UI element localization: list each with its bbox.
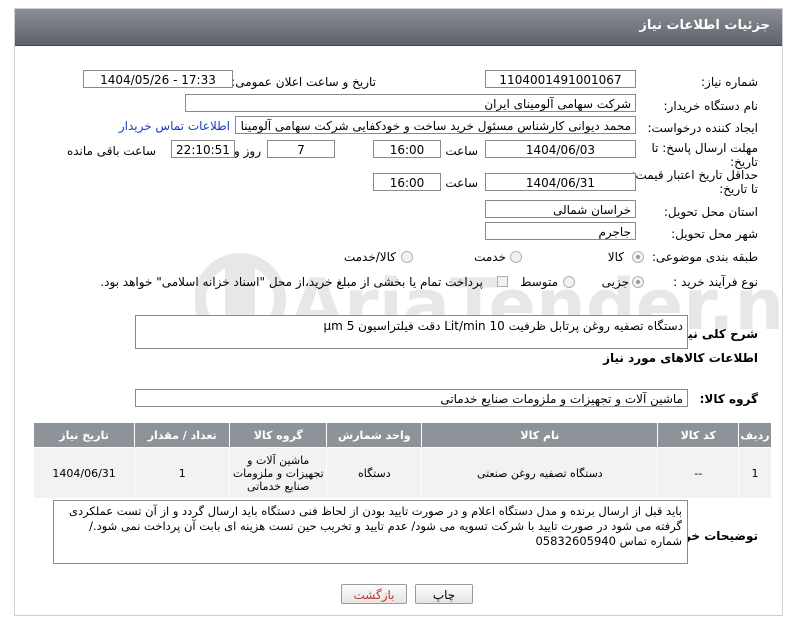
cell-code: --: [657, 447, 740, 499]
description-field: دستگاه تصفیه روغن پرتابل ظرفیت 10 Lit/mi…: [135, 315, 688, 349]
days-field: 7: [267, 140, 335, 158]
details-window: جزئیات اطلاعات نیاز AriaTender.net شماره…: [14, 8, 783, 616]
col-unit: واحد شمارش: [326, 422, 423, 448]
buyer-notes-field: باید قبل از ارسال برنده و مدل دستگاه اعل…: [53, 500, 688, 564]
need-number-field: 1104001491001067: [485, 70, 636, 88]
process-option-minor: جزیی: [601, 275, 629, 289]
announce-label: تاریخ و ساعت اعلان عمومی:: [231, 75, 376, 89]
title-bar: جزئیات اطلاعات نیاز: [15, 9, 782, 46]
deadline-time-field: 16:00: [373, 140, 441, 158]
days-label: روز و: [234, 144, 261, 158]
treasury-payment-checkbox[interactable]: [497, 276, 508, 287]
requester-label: ایجاد کننده درخواست:: [647, 121, 758, 135]
price-validity-label: حداقل تاریخ اعتبار قیمت: تا تاریخ:: [631, 168, 758, 196]
treasury-payment-note: پرداخت تمام یا بخشی از مبلغ خرید،از محل …: [100, 275, 483, 289]
announce-field: 1404/05/26 - 17:33: [83, 70, 233, 88]
col-row: ردیف: [738, 422, 772, 448]
buyer-org-label: نام دستگاه خریدار:: [663, 99, 759, 113]
cell-unit: دستگاه: [326, 447, 423, 499]
province-field: خراسان شمالی: [485, 200, 636, 218]
province-label: استان محل تحویل:: [663, 205, 758, 219]
process-radio-minor[interactable]: [632, 276, 644, 288]
deadline-date-field: 1404/06/03: [485, 140, 636, 158]
price-validity-time-field: 16:00: [373, 173, 441, 191]
category-label: طبقه بندی موضوعی:: [651, 250, 758, 264]
need-number-label: شماره نیاز:: [701, 75, 758, 89]
deadline-time-label: ساعت: [445, 144, 478, 158]
back-button[interactable]: بازگشت: [341, 584, 407, 604]
col-group: گروه کالا: [229, 422, 328, 448]
goods-group-label: گروه کالا:: [699, 392, 758, 406]
goods-group-field: ماشین آلات و تجهیزات و ملزومات صنایع خدم…: [135, 389, 688, 407]
page-title: جزئیات اطلاعات نیاز: [639, 18, 770, 33]
col-name: نام کالا: [421, 422, 659, 448]
print-button[interactable]: چاپ: [415, 584, 473, 604]
goods-section-title: اطلاعات کالاهای مورد نیاز: [603, 351, 758, 365]
process-label: نوع فرآیند خرید :: [673, 275, 758, 289]
col-qty: تعداد / مقدار: [134, 422, 231, 448]
table-row: 1 -- دستگاه تصفیه روغن صنعتی دستگاه ماشی…: [32, 447, 772, 499]
cell-row: 1: [738, 447, 772, 499]
contact-buyer-link[interactable]: اطلاعات تماس خریدار: [119, 119, 230, 133]
category-option-goods: کالا: [607, 250, 624, 264]
requester-field: محمد دیوانی کارشناس مسئول خرید ساخت و خو…: [235, 116, 636, 134]
process-radio-medium[interactable]: [563, 276, 575, 288]
price-validity-date-field: 1404/06/31: [485, 173, 636, 191]
remaining-label: ساعت باقی مانده: [66, 144, 156, 158]
table-header-row: ردیف کد کالا نام کالا واحد شمارش گروه کا…: [32, 422, 772, 448]
city-field: جاجرم: [485, 222, 636, 240]
category-radio-service[interactable]: [510, 251, 522, 263]
category-radio-goods-service[interactable]: [401, 251, 413, 263]
city-label: شهر محل تحویل:: [671, 227, 758, 241]
category-option-goods-service: کالا/خدمت: [343, 250, 396, 264]
process-option-medium: متوسط: [520, 275, 558, 289]
remaining-time-field: 22:10:51: [171, 140, 235, 158]
cell-date: 1404/06/31: [32, 447, 136, 499]
buyer-org-field: شرکت سهامی آلومینای ایران: [185, 94, 636, 112]
cell-name: دستگاه تصفیه روغن صنعتی: [421, 447, 659, 499]
col-date: تاریخ نیاز: [32, 422, 136, 448]
category-radio-goods[interactable]: [632, 251, 644, 263]
cell-group: ماشین آلات و تجهیزات و ملزومات صنایع خدم…: [229, 447, 328, 499]
col-code: کد کالا: [657, 422, 740, 448]
cell-qty: 1: [134, 447, 231, 499]
price-validity-time-label: ساعت: [445, 176, 478, 190]
goods-table: ردیف کد کالا نام کالا واحد شمارش گروه کا…: [32, 422, 772, 499]
category-option-service: خدمت: [474, 250, 506, 264]
deadline-label: مهلت ارسال پاسخ: تا تاریخ:: [651, 141, 758, 169]
